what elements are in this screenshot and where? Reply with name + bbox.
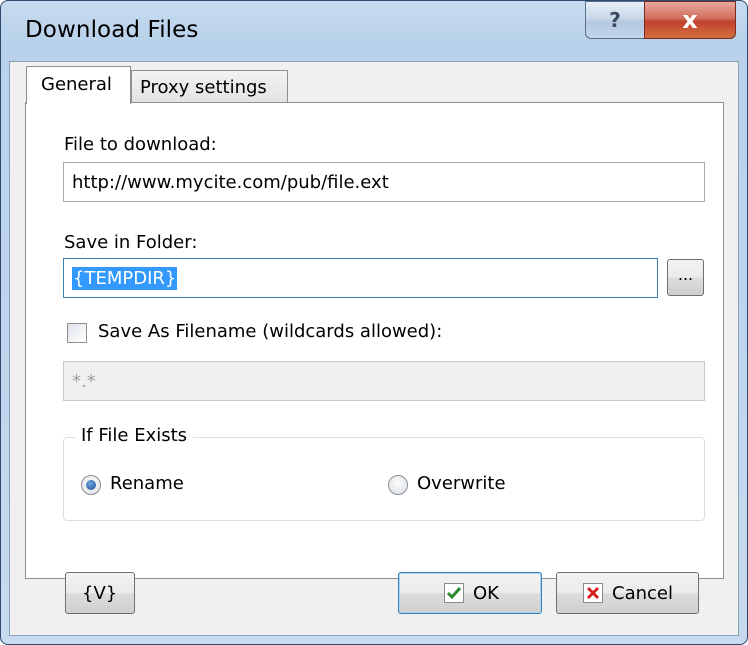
radio-selected-dot [86, 480, 96, 490]
dialog-window: Download Files ? x General Proxy setting… [0, 0, 748, 645]
save-as-filename-checkbox[interactable] [67, 323, 87, 343]
cancel-button[interactable]: Cancel [556, 572, 699, 614]
file-to-download-label: File to download: [64, 134, 217, 155]
file-to-download-input[interactable]: http://www.mycite.com/pub/file.ext [63, 162, 705, 202]
window-title: Download Files [25, 17, 199, 43]
ok-button[interactable]: OK [398, 572, 542, 614]
rename-label: Rename [110, 473, 184, 494]
variables-button[interactable]: {V} [65, 572, 135, 614]
tab-proxy-settings[interactable]: Proxy settings [131, 70, 288, 103]
title-bar[interactable]: Download Files ? x [1, 1, 747, 61]
save-as-filename-input[interactable]: *.* [63, 361, 705, 401]
overwrite-label: Overwrite [417, 473, 506, 494]
tab-general[interactable]: General [26, 66, 131, 104]
close-button[interactable]: x [644, 1, 736, 39]
checkmark-icon [444, 583, 464, 603]
save-as-filename-label: Save As Filename (wildcards allowed): [98, 321, 443, 342]
save-in-folder-value: {TEMPDIR} [72, 267, 178, 290]
cancel-button-label: Cancel [612, 583, 673, 604]
variables-button-label: {V} [82, 583, 118, 604]
rename-radio[interactable] [81, 475, 101, 495]
browse-folder-button[interactable]: ... [667, 259, 704, 296]
ok-button-label: OK [473, 583, 499, 604]
save-in-folder-input[interactable]: {TEMPDIR} [63, 258, 658, 298]
overwrite-radio[interactable] [388, 475, 408, 495]
question-mark-icon: ? [609, 8, 621, 32]
if-file-exists-title: If File Exists [75, 425, 194, 446]
cancel-x-icon [583, 583, 603, 603]
save-in-folder-label: Save in Folder: [64, 232, 198, 253]
help-button[interactable]: ? [585, 1, 645, 39]
close-icon: x [682, 6, 698, 34]
